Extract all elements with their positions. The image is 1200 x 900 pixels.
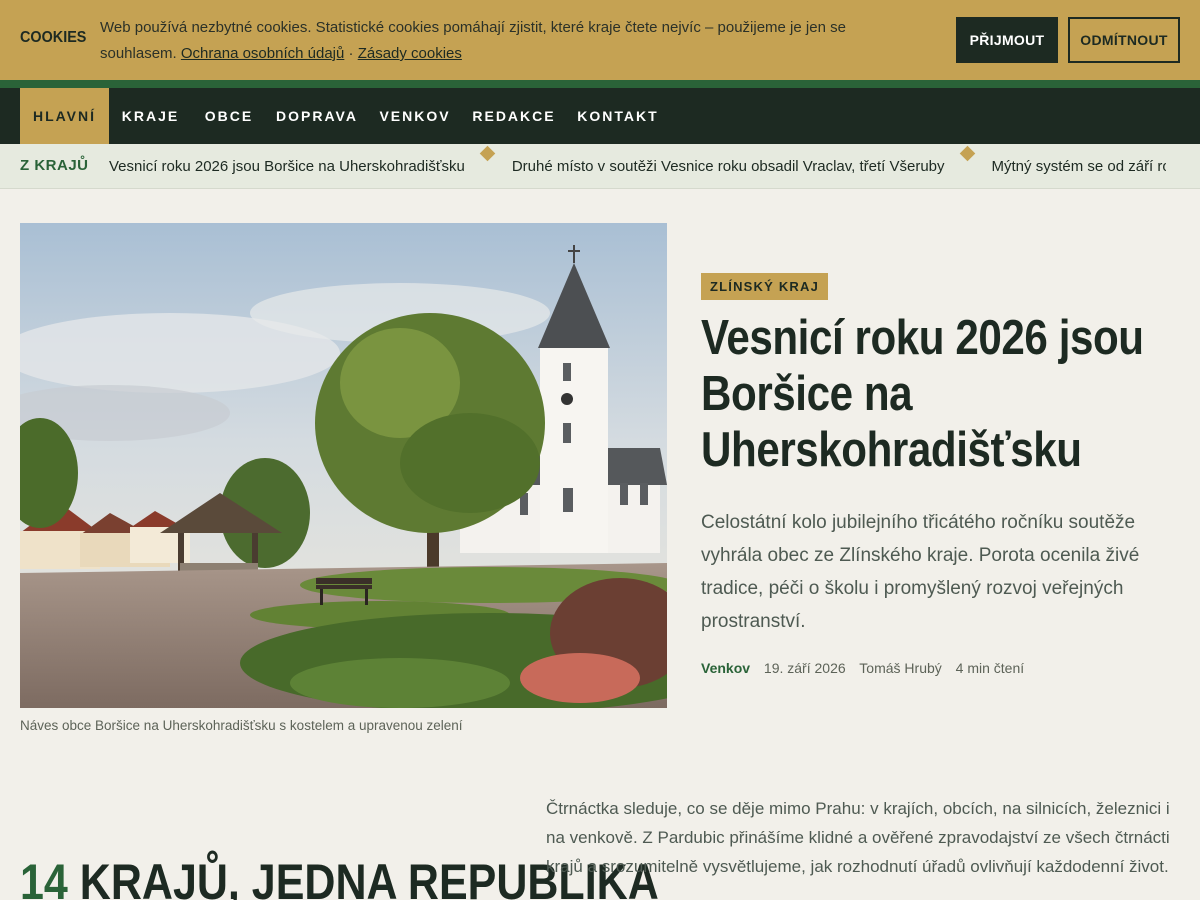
diamond-separator-icon [479, 145, 496, 162]
accept-cookies-button[interactable]: Přijmout [956, 17, 1058, 63]
ticker-item[interactable]: Mýtný systém se od září rozšíří [992, 144, 1166, 188]
hero-lede: Celostátní kolo jubilejního třicátého ro… [701, 512, 1140, 632]
main-navigation: Hlavní Kraje Obce Doprava Venkov Redakce… [0, 88, 1200, 144]
ticker-item[interactable]: Vesnicí roku 2026 jsou Boršice na Uhersk… [109, 144, 465, 188]
hero-caption: Náves obce Boršice na Uherskohradišťsku … [20, 718, 463, 733]
meta-author: Tomáš Hrubý [859, 660, 942, 676]
article-meta: Venkov 19. září 2026 Tomáš Hrubý 4 min č… [701, 660, 1034, 676]
header-stripe [0, 80, 1200, 88]
diamond-separator-icon [959, 145, 975, 162]
nav-item-obce[interactable]: Obce [192, 88, 266, 144]
privacy-link[interactable]: Ochrana osobních údajů [181, 45, 344, 62]
meta-date: 19. září 2026 [763, 660, 846, 676]
section-heading-number: 14 [20, 854, 68, 900]
hero-headline[interactable]: Vesnicí roku 2026 jsou Boršice na Uhersk… [701, 310, 1183, 478]
hero-image[interactable] [20, 223, 667, 708]
cookie-link-separator: · [348, 45, 354, 62]
section-intro: Čtrnáctka sleduje, co se děje mimo Prahu… [546, 799, 1170, 876]
region-tag[interactable]: ZLÍNSKÝ KRAJ [701, 273, 829, 300]
cookie-title: COOKIES [20, 29, 87, 46]
nav-item-hlavni[interactable]: Hlavní [20, 88, 109, 144]
cookie-policy-link[interactable]: Zásady cookies [358, 45, 462, 62]
nav-item-doprava[interactable]: Doprava [266, 88, 368, 144]
meta-read-time: 4 min čtení [955, 660, 1025, 676]
news-ticker: Z KRAJŮ Vesnicí roku 2026 jsou Boršice n… [0, 144, 1200, 189]
nav-item-venkov[interactable]: Venkov [368, 88, 462, 144]
cookie-banner: COOKIES Web používá nezbytné cookies. St… [0, 0, 1200, 80]
village-square-photo [20, 223, 667, 708]
reject-cookies-button[interactable]: Odmítnout [1068, 17, 1180, 63]
nav-item-kraje[interactable]: Kraje [109, 88, 192, 144]
ticker-item[interactable]: Druhé místo v soutěži Vesnice roku obsad… [512, 144, 945, 188]
meta-section-link[interactable]: Venkov [701, 660, 750, 676]
cookie-text: Web používá nezbytné cookies. Statistick… [100, 15, 920, 67]
nav-item-kontakt[interactable]: Kontakt [566, 88, 670, 144]
nav-item-redakce[interactable]: Redakce [462, 88, 566, 144]
ticker-track: Vesnicí roku 2026 jsou Boršice na Uhersk… [109, 144, 1166, 188]
ticker-label: Z KRAJŮ [20, 157, 89, 174]
